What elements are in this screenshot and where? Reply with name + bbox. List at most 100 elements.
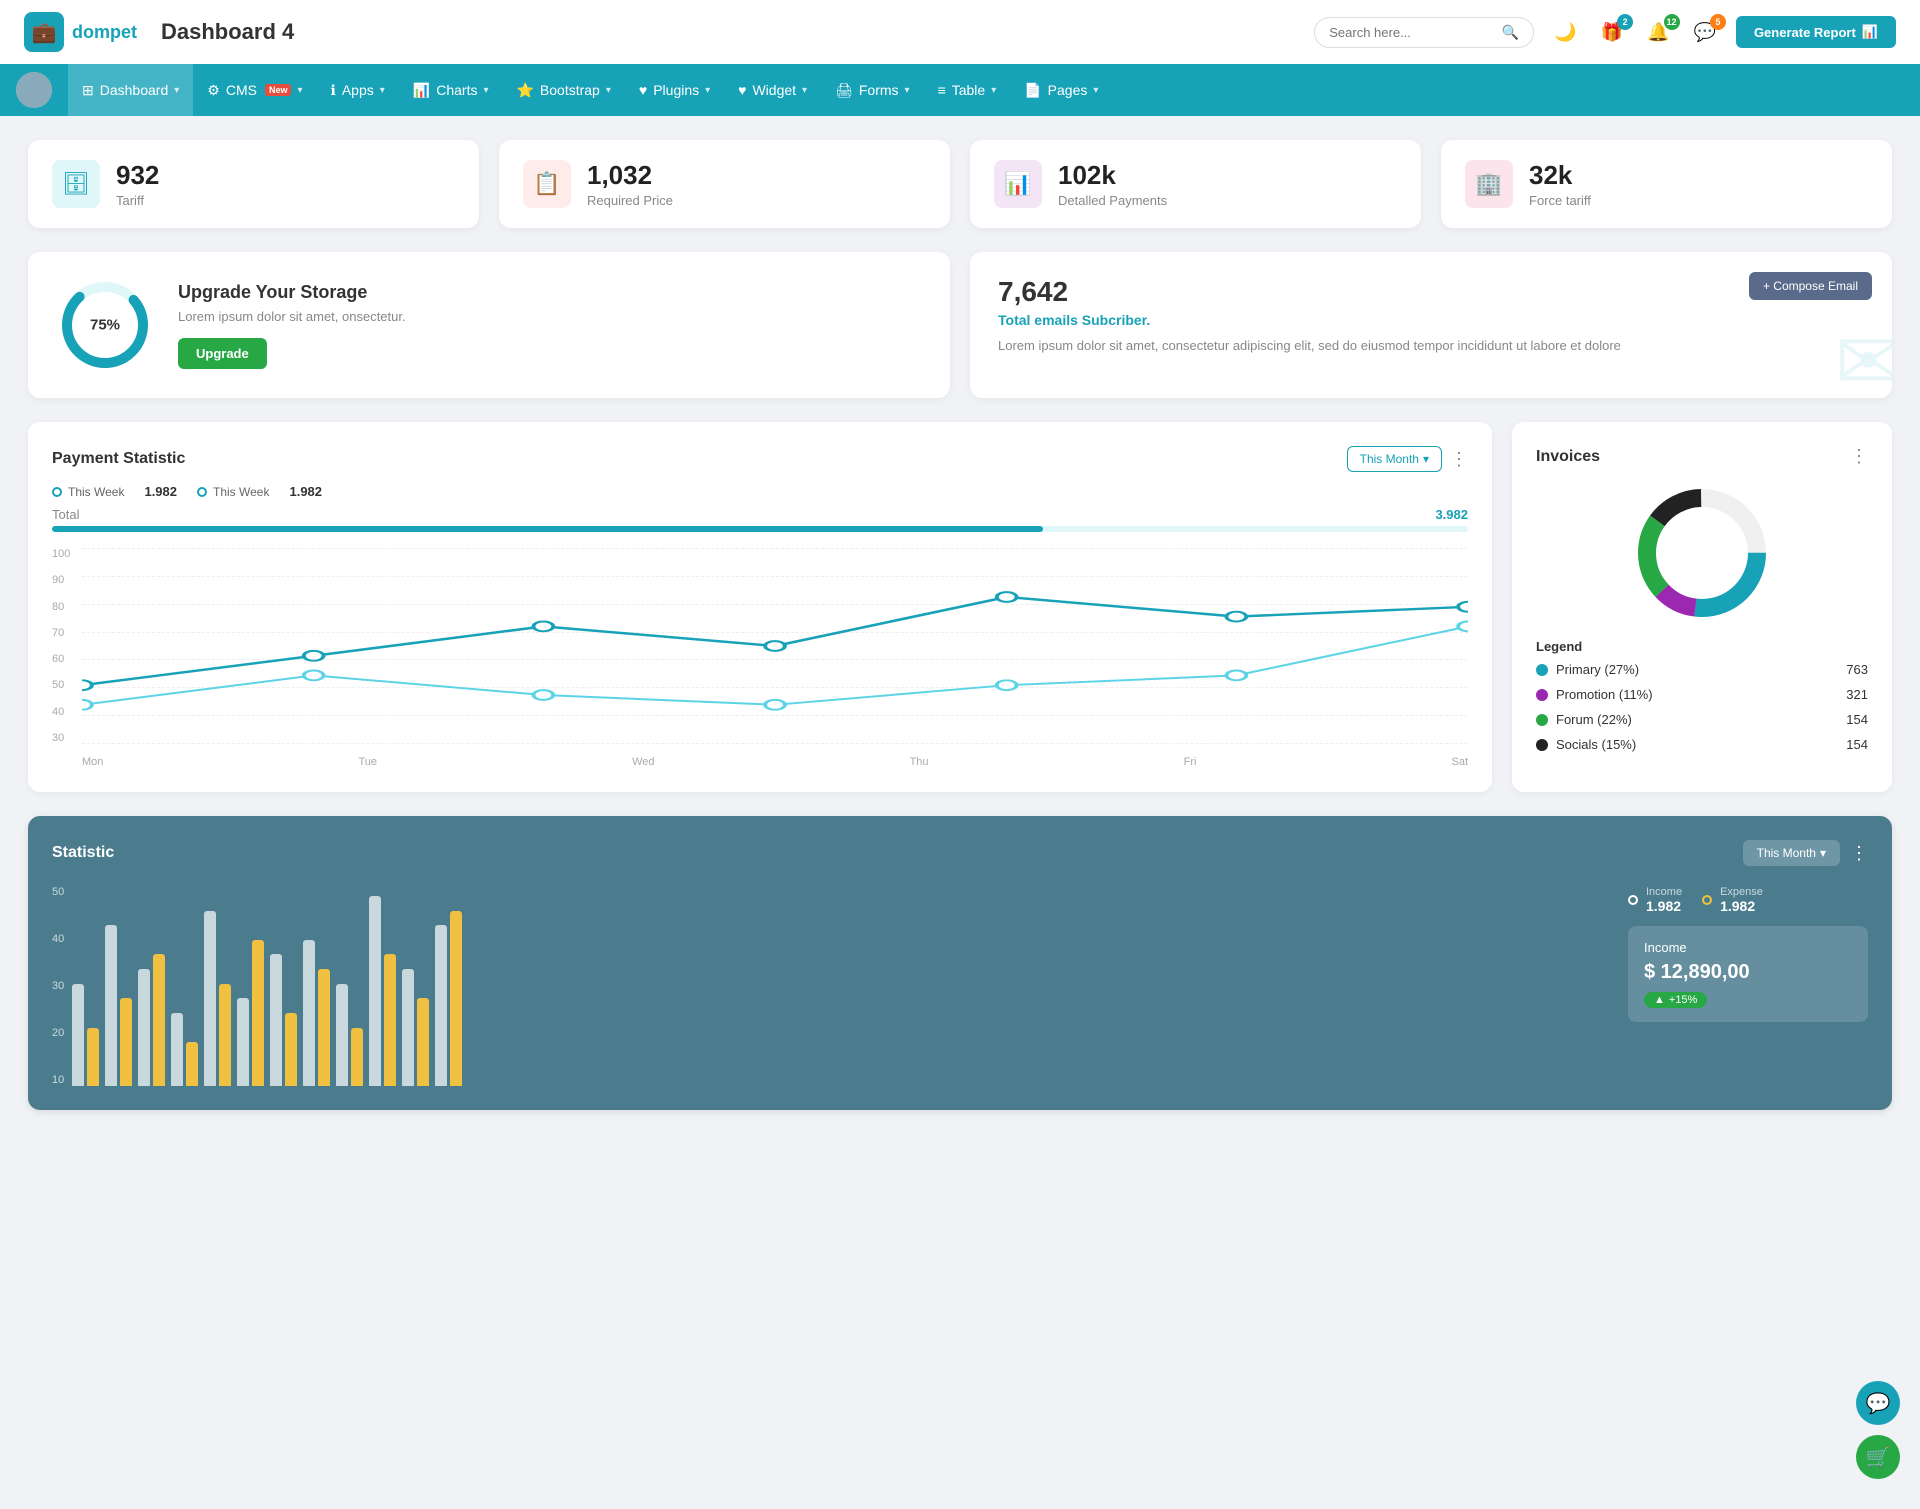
compose-email-button[interactable]: + Compose Email <box>1749 272 1872 300</box>
nav-label-dashboard: Dashboard <box>100 82 169 98</box>
bar-white <box>270 954 282 1086</box>
expense-legend-label: Expense <box>1720 886 1763 898</box>
legend-row-promotion: Promotion (11%) 321 <box>1536 687 1868 702</box>
cms-icon: ⚙ <box>207 82 220 99</box>
bar-white <box>72 984 84 1086</box>
search-input[interactable] <box>1329 25 1494 40</box>
nav-label-apps: Apps <box>342 82 374 98</box>
logo-icon: 💼 <box>24 12 64 52</box>
stat-card-force-tariff: 🏢 32k Force tariff <box>1441 140 1892 228</box>
payments-icon: 📊 <box>994 160 1042 208</box>
bar-yellow <box>285 1013 297 1086</box>
bar-white <box>237 998 249 1086</box>
nav-bar: ⊞ Dashboard ▾ ⚙ CMS New ▾ ℹ Apps ▾ 📊 Cha… <box>0 64 1920 116</box>
chevron-down-icon-bootstrap: ▾ <box>606 85 611 96</box>
dashboard-icon: ⊞ <box>82 82 94 99</box>
main-content: 🗄 932 Tariff 📋 1,032 Required Price 📊 10… <box>0 116 1920 1134</box>
total-label: Total <box>52 507 79 522</box>
chevron-down-icon-apps: ▾ <box>380 85 385 96</box>
bar-white <box>336 984 348 1086</box>
statistic-month-filter-button[interactable]: This Month ▾ <box>1743 840 1840 866</box>
bar-group <box>237 940 264 1086</box>
this-month-filter-button[interactable]: This Month ▾ <box>1347 446 1442 472</box>
income-detail-box: Income $ 12,890,00 ▲ +15% <box>1628 926 1868 1022</box>
nav-item-apps[interactable]: ℹ Apps ▾ <box>317 64 399 116</box>
gift-icon[interactable]: 🎁 2 <box>1597 18 1627 47</box>
email-desc: Lorem ipsum dolor sit amet, consectetur … <box>998 336 1864 356</box>
nav-label-table: Table <box>952 82 985 98</box>
required-price-icon: 📋 <box>523 160 571 208</box>
more-options-button[interactable]: ⋮ <box>1450 449 1468 470</box>
required-price-label: Required Price <box>587 193 673 208</box>
moon-icon[interactable]: 🌙 <box>1550 18 1580 47</box>
required-price-value: 1,032 <box>587 160 673 191</box>
bar-yellow <box>318 969 330 1086</box>
bar-group <box>336 984 363 1086</box>
invoices-more-button[interactable]: ⋮ <box>1850 446 1868 467</box>
payment-filter: This Month ▾ ⋮ <box>1347 446 1468 472</box>
bar-white <box>204 911 216 1086</box>
bar-group <box>105 925 132 1086</box>
nav-item-dashboard[interactable]: ⊞ Dashboard ▾ <box>68 64 193 116</box>
nav-item-bootstrap[interactable]: ⭐ Bootstrap ▾ <box>502 64 624 116</box>
generate-report-button[interactable]: Generate Report 📊 <box>1736 16 1896 48</box>
statistic-filter-row: This Month ▾ ⋮ <box>1743 840 1868 866</box>
statistic-filter-label: This Month <box>1757 846 1816 860</box>
nav-item-plugins[interactable]: ♥ Plugins ▾ <box>625 64 724 116</box>
stat-card-price-info: 1,032 Required Price <box>587 160 673 208</box>
bar-yellow <box>153 954 165 1086</box>
nav-item-widget[interactable]: ♥ Widget ▾ <box>724 64 821 116</box>
nav-item-pages[interactable]: 📄 Pages ▾ <box>1010 64 1112 116</box>
nav-item-forms[interactable]: 🖨 Forms ▾ <box>821 64 923 116</box>
expense-legend-val: 1.982 <box>1720 898 1763 914</box>
search-icon[interactable]: 🔍 <box>1502 24 1519 41</box>
legend-color-promotion <box>1536 689 1548 701</box>
legend-value-socials: 154 <box>1846 737 1868 752</box>
cart-button[interactable]: 🛒 <box>1856 1435 1900 1479</box>
line-chart-area: 100 90 80 70 60 50 40 30 <box>52 548 1468 768</box>
chevron-down-icon-pages: ▾ <box>1093 85 1098 96</box>
total-value: 3.982 <box>1435 507 1468 522</box>
nav-item-cms[interactable]: ⚙ CMS New ▾ <box>193 64 316 116</box>
nav-label-bootstrap: Bootstrap <box>540 82 600 98</box>
chevron-down-icon-table: ▾ <box>991 85 996 96</box>
income-badge: ▲ +15% <box>1644 992 1707 1008</box>
nav-item-table[interactable]: ≡ Table ▾ <box>924 64 1011 116</box>
middle-row: 75% Upgrade Your Storage Lorem ipsum dol… <box>28 252 1892 398</box>
legend-val-1: 1.982 <box>144 484 177 499</box>
nav-label-widget: Widget <box>752 82 796 98</box>
invoices-card: Invoices ⋮ Legend <box>1512 422 1892 792</box>
support-button[interactable]: 💬 <box>1856 1381 1900 1425</box>
nav-item-charts[interactable]: 📊 Charts ▾ <box>399 64 503 116</box>
nav-label-pages: Pages <box>1048 82 1088 98</box>
page-title: Dashboard 4 <box>161 19 294 45</box>
new-badge: New <box>265 84 292 96</box>
bootstrap-icon: ⭐ <box>516 82 533 99</box>
storage-desc: Lorem ipsum dolor sit amet, onsectetur. <box>178 309 406 324</box>
x-axis-labels: Mon Tue Wed Thu Fri Sat <box>82 756 1468 768</box>
legend-label-primary: Primary (27%) <box>1556 662 1639 677</box>
statistic-title: Statistic <box>52 844 114 862</box>
legend-val-2: 1.982 <box>289 484 322 499</box>
upgrade-button[interactable]: Upgrade <box>178 338 267 369</box>
statistic-side-panel: Income 1.982 Expense 1.982 Income $ <box>1628 886 1868 1086</box>
income-dot <box>1628 895 1638 905</box>
bell-icon[interactable]: 🔔 12 <box>1643 18 1673 47</box>
chat-icon[interactable]: 💬 5 <box>1690 18 1720 47</box>
bar-yellow <box>252 940 264 1086</box>
stat-card-required-price: 📋 1,032 Required Price <box>499 140 950 228</box>
bar-white <box>369 896 381 1086</box>
statistic-more-button[interactable]: ⋮ <box>1850 843 1868 864</box>
nav-label-plugins: Plugins <box>653 82 699 98</box>
stat-card-payments: 📊 102k Detalled Payments <box>970 140 1421 228</box>
bar-yellow <box>351 1028 363 1086</box>
legend-left-promotion: Promotion (11%) <box>1536 687 1653 702</box>
stat-card-force-info: 32k Force tariff <box>1529 160 1591 208</box>
bar-chart-area <box>72 886 462 1086</box>
search-box: 🔍 <box>1314 17 1534 48</box>
storage-card: 75% Upgrade Your Storage Lorem ipsum dol… <box>28 252 950 398</box>
generate-report-label: Generate Report <box>1754 25 1856 40</box>
bar-white <box>105 925 117 1086</box>
header-icons: 🌙 🎁 2 🔔 12 💬 5 <box>1550 18 1720 47</box>
floating-buttons: 💬 🛒 <box>1856 1381 1900 1479</box>
